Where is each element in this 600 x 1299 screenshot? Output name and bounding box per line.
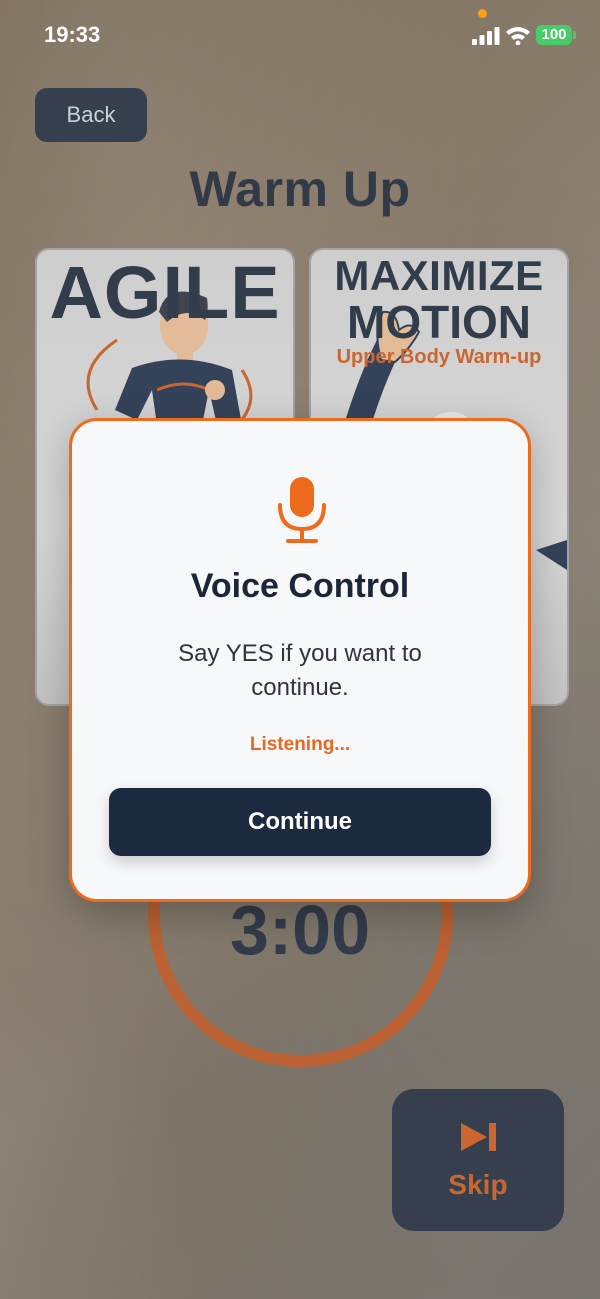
dialog-message: Say YES if you want to continue. bbox=[178, 640, 422, 701]
continue-button[interactable]: Continue bbox=[109, 788, 491, 856]
voice-control-dialog: Voice Control Say YES if you want to con… bbox=[69, 418, 531, 902]
listening-status: Listening... bbox=[249, 734, 351, 755]
microphone-icon bbox=[278, 477, 326, 543]
dialog-title: Voice Control bbox=[190, 567, 410, 605]
